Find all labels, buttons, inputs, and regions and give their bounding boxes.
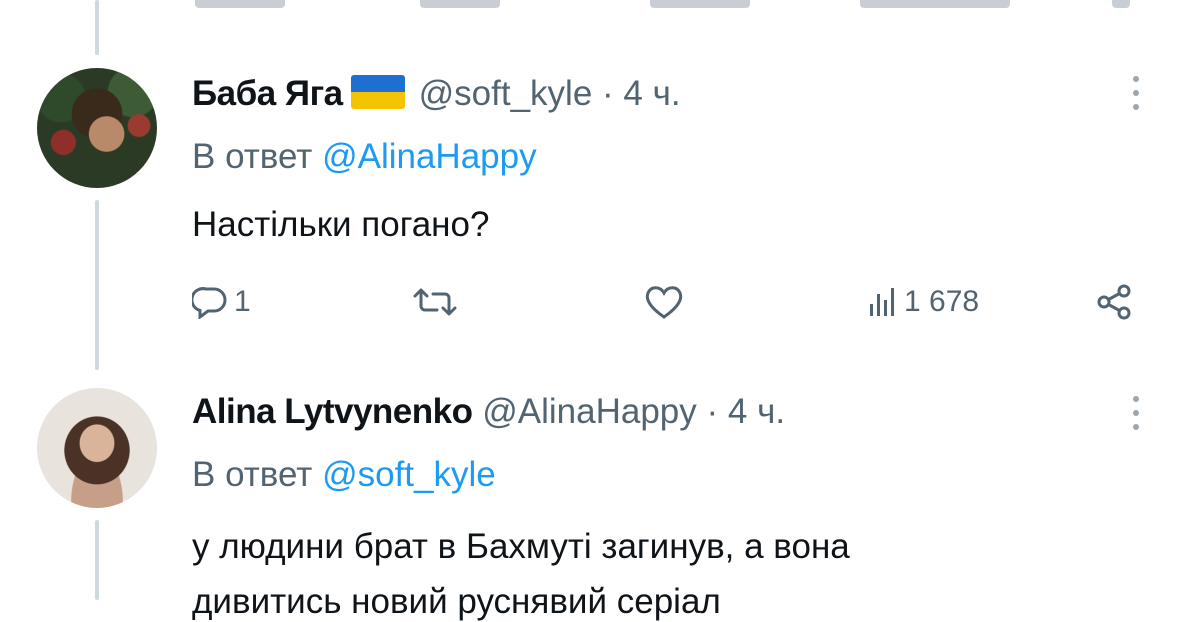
reply-count: 1 — [234, 285, 251, 318]
like-button[interactable] — [644, 280, 684, 324]
handle[interactable]: @AlinaHappy — [482, 392, 697, 431]
tweet-header: Баба Яга @soft_kyle · 4 ч. — [192, 74, 681, 114]
reply-mention-link[interactable]: @AlinaHappy — [322, 137, 537, 176]
reply-prefix: В ответ — [192, 137, 313, 176]
avatar[interactable] — [37, 388, 157, 508]
tweet-header: Alina Lytvynenko @AlinaHappy · 4 ч. — [192, 392, 785, 432]
heart-icon — [645, 286, 683, 319]
reply-context: В ответ @AlinaHappy — [192, 137, 537, 177]
reply-mention-link[interactable]: @soft_kyle — [322, 455, 496, 494]
avatar[interactable] — [37, 68, 157, 188]
separator: · — [602, 74, 614, 113]
retweet-button[interactable] — [410, 280, 460, 324]
separator: · — [706, 392, 719, 431]
display-name[interactable]: Alina Lytvynenko — [192, 392, 473, 431]
handle[interactable]: @soft_kyle — [419, 74, 593, 113]
tweet-actions: 1 1 678 — [192, 280, 1152, 324]
reply-prefix: В ответ — [192, 455, 313, 494]
tweet-text-line-2: дивитись новий руснявий серіал — [192, 582, 721, 621]
tweet-text-line-1: у людини брат в Бахмуті загинув, а вона — [192, 527, 850, 566]
tweet-text: Настільки погано? — [192, 205, 490, 244]
retweet-icon — [413, 288, 457, 316]
share-icon — [1097, 284, 1131, 320]
reply-button[interactable]: 1 — [192, 280, 251, 324]
more-options-icon[interactable] — [1132, 396, 1140, 430]
views-button[interactable]: 1 678 — [868, 280, 979, 324]
ukraine-flag-icon — [350, 75, 405, 109]
share-button[interactable] — [1094, 280, 1134, 324]
tweet[interactable]: Баба Яга @soft_kyle · 4 ч. В ответ @Alina… — [0, 0, 1200, 360]
analytics-icon — [870, 288, 894, 316]
timestamp[interactable]: 4 ч. — [728, 392, 785, 431]
reply-context: В ответ @soft_kyle — [192, 455, 496, 495]
tweet[interactable]: Alina Lytvynenko @AlinaHappy · 4 ч. В от… — [0, 360, 1200, 621]
reply-icon — [192, 287, 227, 319]
views-count: 1 678 — [904, 285, 980, 318]
display-name[interactable]: Баба Яга — [192, 74, 343, 113]
timestamp[interactable]: 4 ч. — [623, 74, 680, 113]
more-options-icon[interactable] — [1132, 76, 1140, 110]
